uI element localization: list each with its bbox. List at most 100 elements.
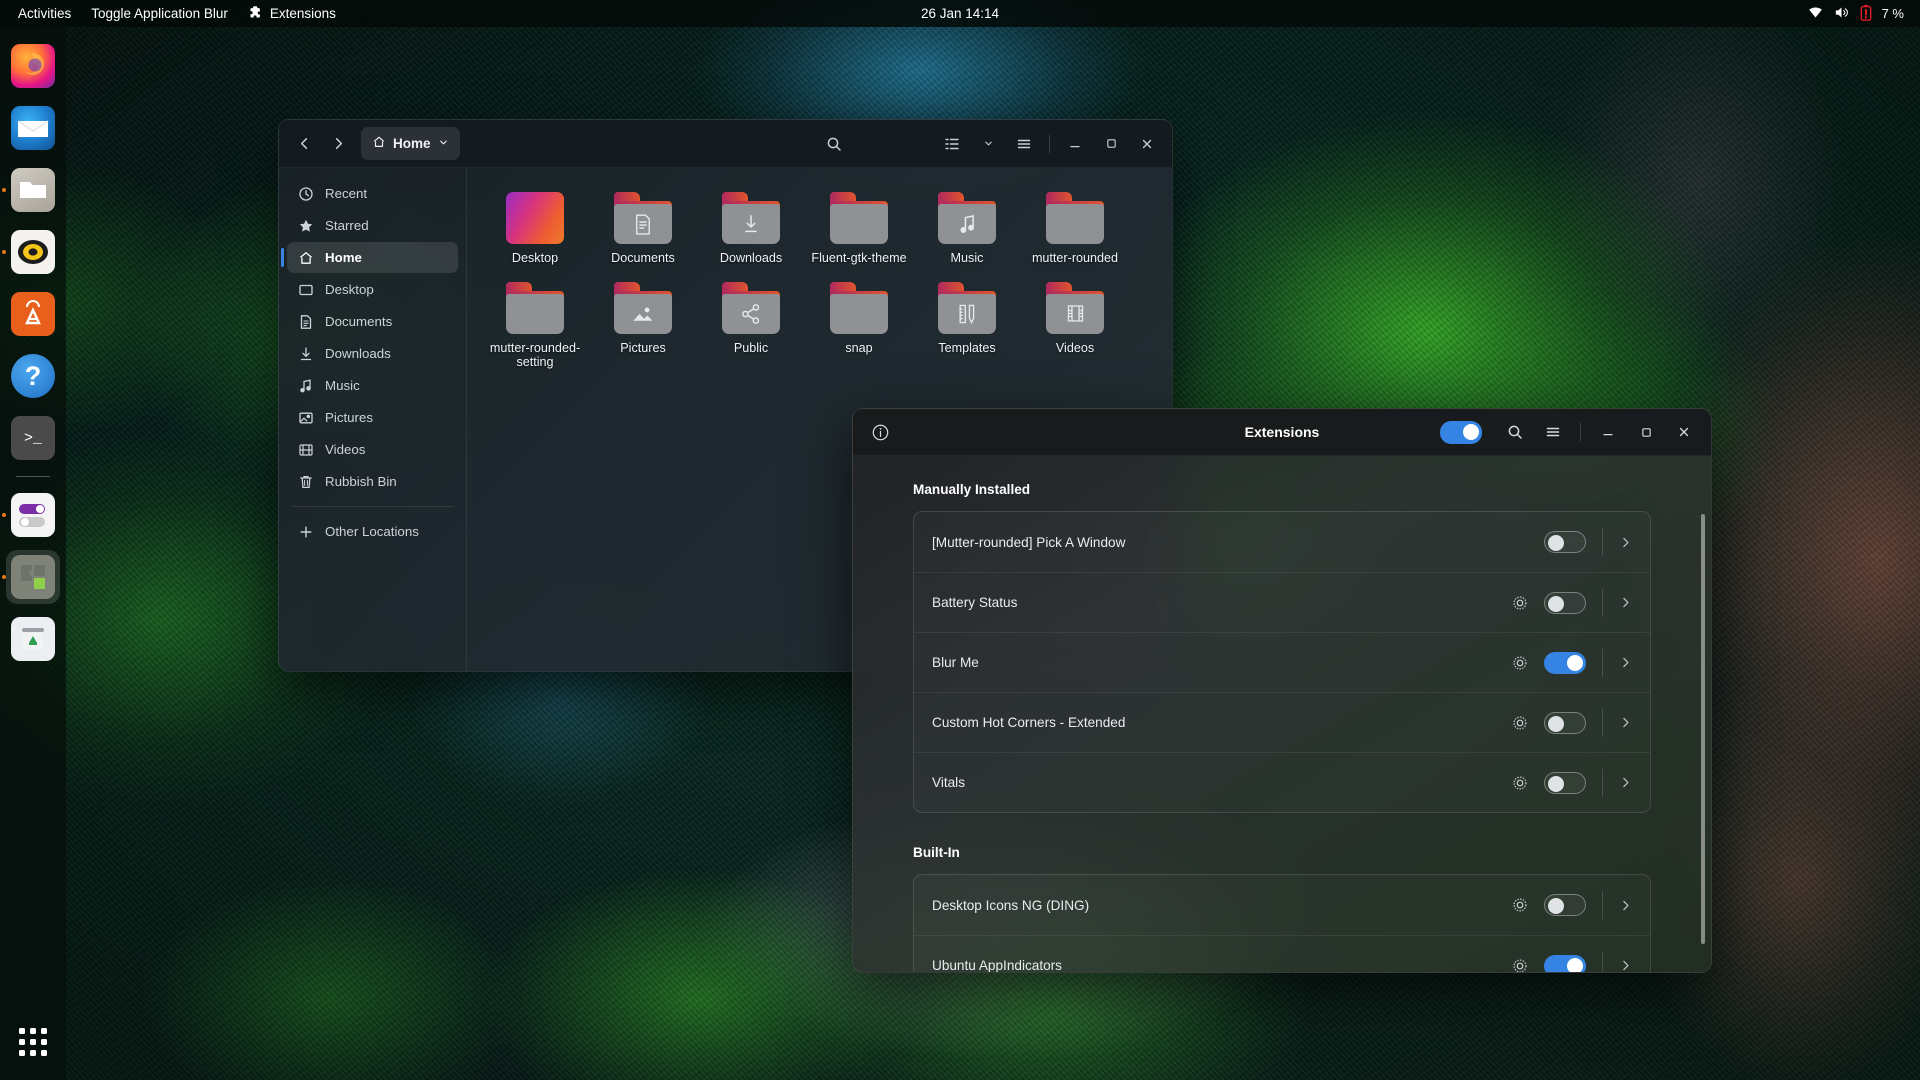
gear-icon[interactable] [1510, 713, 1530, 733]
file-item[interactable]: Desktop [481, 186, 589, 276]
gear-icon[interactable] [1510, 593, 1530, 613]
extension-enable-toggle[interactable] [1544, 771, 1586, 794]
chevron-right-icon[interactable] [1619, 959, 1632, 972]
dock: ? >_ [0, 27, 66, 1080]
minimize-button[interactable] [1591, 416, 1625, 448]
extension-enable-toggle[interactable] [1544, 711, 1586, 734]
dock-item-ubuntu-software[interactable] [0, 283, 66, 345]
file-item[interactable]: snap [805, 276, 913, 380]
app-menu-button[interactable]: Toggle Application Blur [81, 0, 238, 27]
extension-name: Desktop Icons NG (DING) [932, 897, 1090, 913]
extension-list-manually-installed: [Mutter-rounded] Pick A Window Battery S… [913, 511, 1651, 813]
maximize-button[interactable] [1629, 416, 1663, 448]
extension-row[interactable]: Vitals [914, 752, 1650, 812]
sidebar-item-videos[interactable]: Videos [287, 434, 458, 465]
extension-row[interactable]: Ubuntu AppIndicators [914, 935, 1650, 972]
chevron-right-icon[interactable] [1619, 716, 1632, 729]
path-bar-home-button[interactable]: Home [361, 127, 460, 160]
file-item[interactable]: Music [913, 186, 1021, 276]
extension-row[interactable]: Custom Hot Corners - Extended [914, 692, 1650, 752]
file-item[interactable]: Downloads [697, 186, 805, 276]
dock-item-settings[interactable] [0, 484, 66, 546]
system-status-area[interactable]: 7 % [1801, 0, 1910, 27]
extension-row[interactable]: Battery Status [914, 572, 1650, 632]
view-options-chevron[interactable] [971, 128, 1005, 160]
file-label: mutter-rounded-setting [489, 340, 581, 370]
main-menu-button[interactable] [1007, 128, 1041, 160]
extension-row[interactable]: Desktop Icons NG (DING) [914, 875, 1650, 935]
file-item[interactable]: Fluent-gtk-theme [805, 186, 913, 276]
sidebar-item-pictures[interactable]: Pictures [287, 402, 458, 433]
close-button[interactable] [1130, 128, 1164, 160]
dock-item-terminal[interactable]: >_ [0, 407, 66, 469]
dock-item-rubbish-bin[interactable] [0, 608, 66, 670]
activities-label: Activities [18, 6, 72, 21]
file-item[interactable]: Videos [1021, 276, 1129, 380]
chevron-right-icon[interactable] [1619, 776, 1632, 789]
volume-icon [1833, 4, 1850, 24]
file-item[interactable]: Documents [589, 186, 697, 276]
chevron-right-icon[interactable] [1619, 596, 1632, 609]
extension-enable-toggle[interactable] [1544, 651, 1586, 674]
folder-icon [830, 281, 888, 334]
chevron-right-icon[interactable] [1619, 656, 1632, 669]
extension-row[interactable]: [Mutter-rounded] Pick A Window [914, 512, 1650, 572]
dock-item-firefox[interactable] [0, 35, 66, 97]
close-button[interactable] [1667, 416, 1701, 448]
template-icon [938, 294, 996, 334]
dock-item-rhythmbox[interactable] [0, 221, 66, 283]
clock[interactable]: 26 Jan 14:14 [911, 0, 1009, 27]
dock-item-extensions[interactable] [0, 546, 66, 608]
gear-icon[interactable] [1510, 895, 1530, 915]
sidebar-item-rubbish-bin[interactable]: Rubbish Bin [287, 466, 458, 497]
sidebar-item-downloads[interactable]: Downloads [287, 338, 458, 369]
gear-icon[interactable] [1510, 956, 1530, 972]
view-list-button[interactable] [935, 128, 969, 160]
sidebar-item-starred[interactable]: Starred [287, 210, 458, 241]
chevron-right-icon[interactable] [1619, 899, 1632, 912]
back-button[interactable] [287, 128, 321, 160]
dock-item-files[interactable] [0, 159, 66, 221]
dock-item-help[interactable]: ? [0, 345, 66, 407]
dock-item-thunderbird[interactable] [0, 97, 66, 159]
minimize-button[interactable] [1058, 128, 1092, 160]
master-extensions-toggle[interactable] [1440, 420, 1482, 444]
extensions-indicator[interactable]: Extensions [238, 0, 346, 27]
gear-icon[interactable] [1510, 773, 1530, 793]
sidebar-item-other-locations[interactable]: Other Locations [287, 516, 458, 547]
extension-row[interactable]: Blur Me [914, 632, 1650, 692]
show-applications-button[interactable] [0, 1014, 66, 1070]
extension-enable-toggle[interactable] [1544, 894, 1586, 916]
activities-button[interactable]: Activities [8, 0, 81, 27]
gear-icon[interactable] [1510, 653, 1530, 673]
file-item[interactable]: mutter-rounded [1021, 186, 1129, 276]
vertical-scrollbar[interactable] [1701, 514, 1705, 944]
hamburger-menu-button[interactable] [1536, 416, 1570, 448]
row-separator [1602, 588, 1603, 617]
search-button[interactable] [817, 128, 851, 160]
extension-enable-toggle[interactable] [1544, 591, 1586, 614]
picture-icon [297, 409, 314, 426]
extensions-scroll-area[interactable]: Manually Installed [Mutter-rounded] Pick… [853, 456, 1711, 972]
sidebar-item-desktop[interactable]: Desktop [287, 274, 458, 305]
forward-button[interactable] [321, 128, 355, 160]
maximize-button[interactable] [1094, 128, 1128, 160]
file-item[interactable]: Pictures [589, 276, 697, 380]
info-button[interactable] [863, 416, 897, 448]
extension-enable-toggle[interactable] [1544, 954, 1586, 972]
sidebar-item-documents[interactable]: Documents [287, 306, 458, 337]
video-icon [297, 441, 314, 458]
file-item[interactable]: mutter-rounded-setting [481, 276, 589, 380]
sidebar-item-home[interactable]: Home [281, 242, 458, 273]
extension-enable-toggle[interactable] [1544, 531, 1586, 553]
file-item[interactable]: Templates [913, 276, 1021, 380]
running-indicator [2, 513, 6, 517]
extensions-indicator-label: Extensions [269, 6, 336, 21]
sidebar-item-recent[interactable]: Recent [287, 178, 458, 209]
sidebar-item-music[interactable]: Music [287, 370, 458, 401]
running-indicator [2, 575, 6, 579]
desktop-icon [297, 281, 314, 298]
file-item[interactable]: Public [697, 276, 805, 380]
chevron-right-icon[interactable] [1619, 536, 1632, 549]
search-button[interactable] [1498, 416, 1532, 448]
